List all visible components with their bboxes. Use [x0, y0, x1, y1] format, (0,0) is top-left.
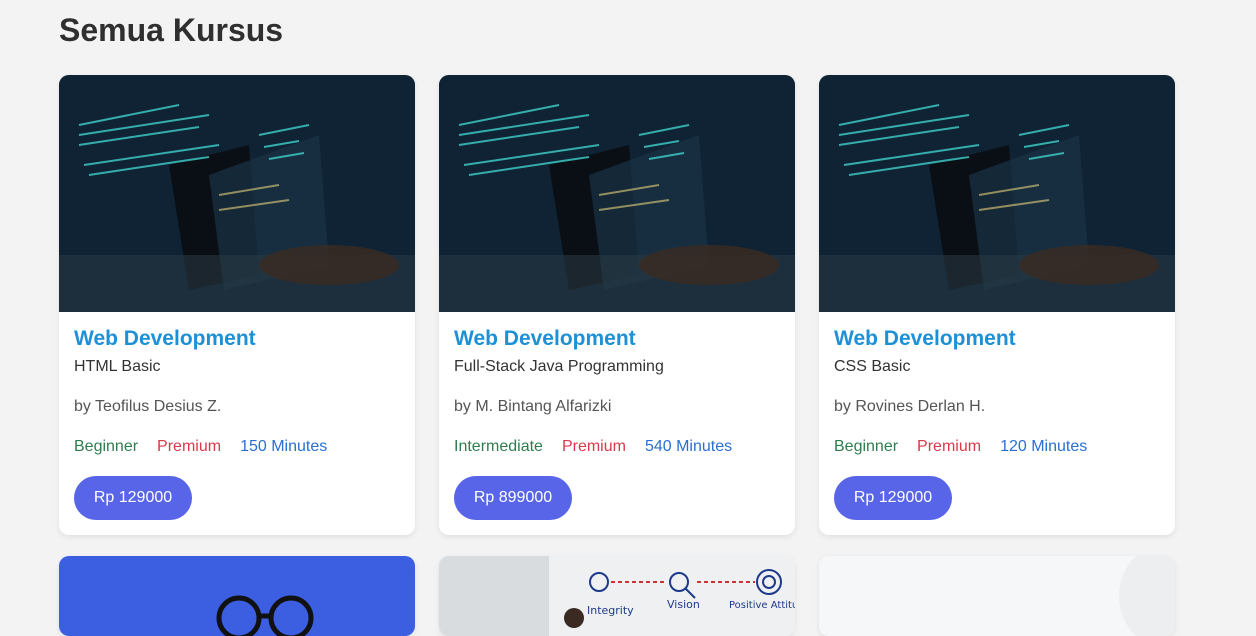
course-tier: Premium [917, 438, 982, 455]
course-card[interactable]: Web Development Full-Stack Java Programm… [439, 75, 795, 535]
course-author: by M. Bintang Alfarizki [454, 398, 612, 415]
price-button[interactable]: Rp 899000 [454, 476, 572, 520]
svg-text:Integrity: Integrity [587, 604, 634, 617]
price-button[interactable]: Rp 129000 [834, 476, 952, 520]
course-card[interactable] [819, 556, 1175, 636]
course-tier: Premium [561, 438, 626, 455]
course-duration: 150 Minutes [240, 438, 328, 455]
course-category: Web Development [74, 327, 256, 350]
course-duration: 540 Minutes [644, 438, 733, 455]
course-meta: Beginner Premium 150 Minutes [74, 437, 400, 457]
course-name[interactable]: HTML Basic [74, 357, 400, 377]
svg-text:Positive Attitude: Positive Attitude [729, 600, 795, 611]
course-card[interactable]: Web Development CSS Basic by Rovines Der… [819, 75, 1175, 535]
course-level: Intermediate [454, 438, 543, 455]
course-meta: Beginner Premium 120 Minutes [834, 437, 1160, 457]
course-author: by Teofilus Desius Z. [74, 398, 222, 415]
svg-text:Vision: Vision [667, 598, 700, 611]
course-card[interactable]: Web Development HTML Basic by Teofilus D… [59, 75, 415, 535]
course-level: Beginner [834, 438, 899, 455]
course-thumbnail [439, 75, 795, 312]
course-thumbnail [59, 75, 415, 312]
course-meta: Intermediate Premium 540 Minutes [454, 437, 780, 457]
course-thumbnail [819, 75, 1175, 312]
course-thumbnail: Integrity Vision Positive Attitude [439, 556, 795, 636]
course-duration: 120 Minutes [1000, 438, 1088, 455]
course-name[interactable]: CSS Basic [834, 357, 1160, 377]
page-title: Semua Kursus [59, 12, 284, 48]
course-grid: Web Development HTML Basic by Teofilus D… [59, 75, 1175, 636]
course-card[interactable]: Integrity Vision Positive Attitude [439, 556, 795, 636]
course-level: Beginner [74, 438, 139, 455]
price-button[interactable]: Rp 129000 [74, 476, 192, 520]
course-tier: Premium [157, 438, 222, 455]
course-category: Web Development [834, 327, 1016, 350]
course-thumbnail [819, 556, 1175, 636]
course-category: Web Development [454, 327, 636, 350]
course-author: by Rovines Derlan H. [834, 398, 986, 415]
course-name[interactable]: Full-Stack Java Programming [454, 357, 780, 377]
course-thumbnail [59, 556, 415, 636]
course-card[interactable] [59, 556, 415, 636]
